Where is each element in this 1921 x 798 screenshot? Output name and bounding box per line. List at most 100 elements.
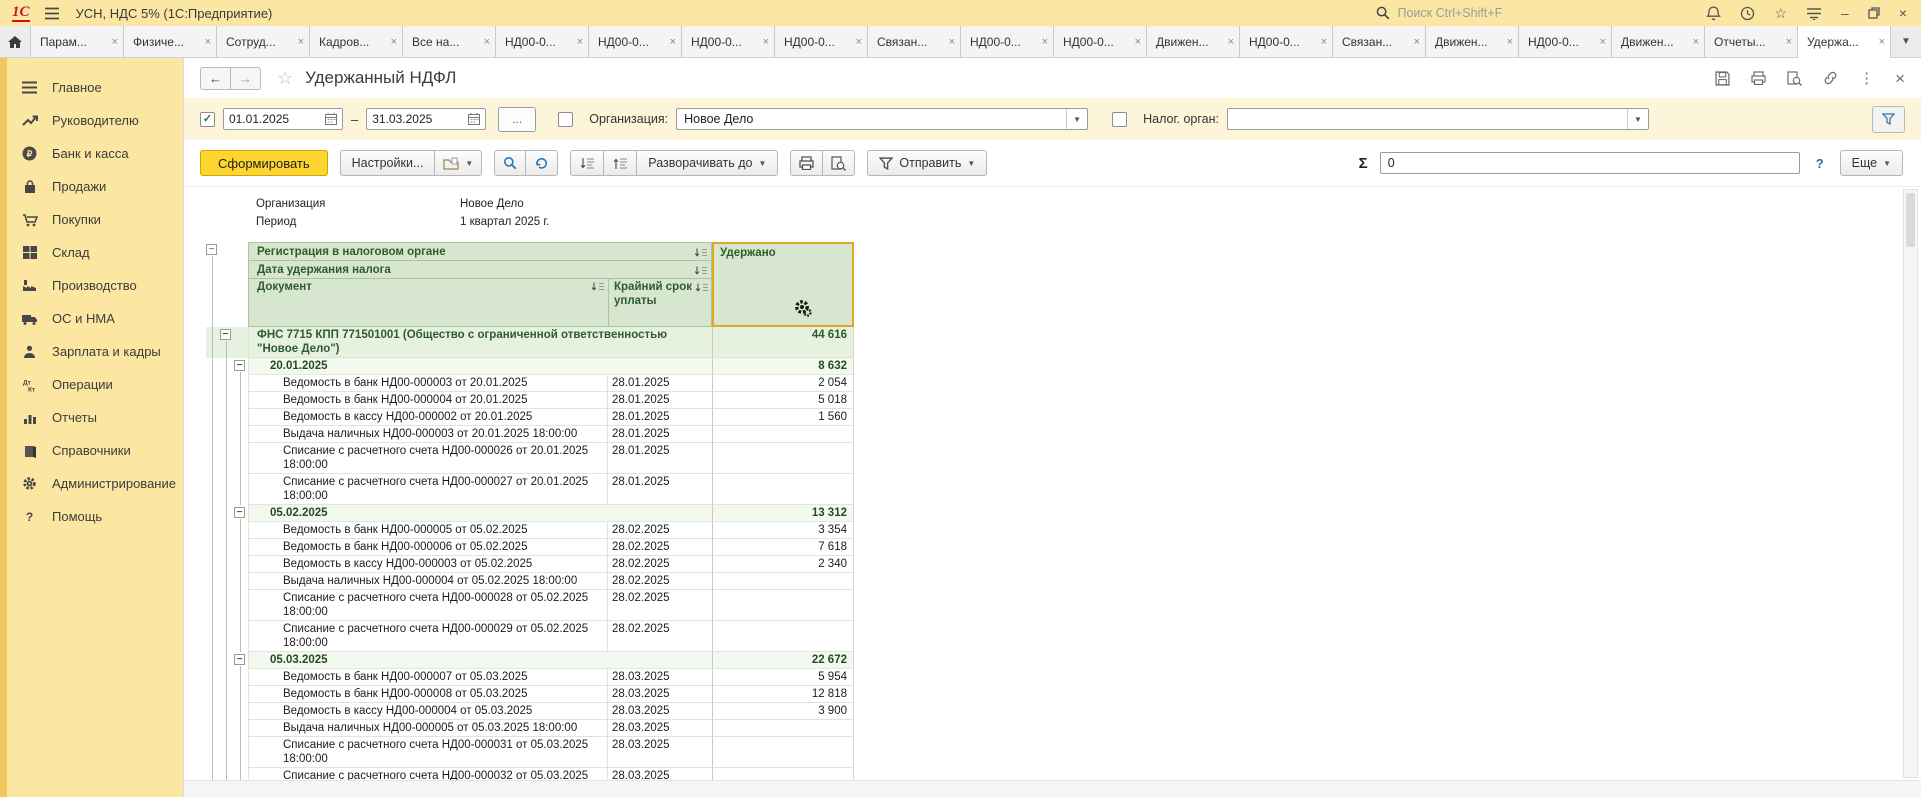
settings-button[interactable]: Настройки... [340,150,436,176]
tab-15[interactable]: Движен... × [1426,26,1519,57]
sidebar-item-otchety[interactable]: Отчеты [0,401,183,434]
cell-withheld[interactable] [712,621,854,652]
tab-close-icon[interactable]: × [1693,36,1699,48]
group-date[interactable]: 05.03.2025 [248,652,712,669]
expand-rows-button[interactable] [603,150,637,176]
cell-document[interactable]: Ведомость в кассу НД00-000002 от 20.01.2… [248,409,608,426]
link-icon[interactable] [1823,71,1838,85]
cell-deadline[interactable]: 28.02.2025 [608,539,712,556]
collapse-group-toggle[interactable]: − [206,244,217,255]
tab-close-icon[interactable]: × [391,36,397,48]
organization-combo[interactable]: Новое Дело ▼ [676,108,1088,130]
minimize-icon[interactable]: – [1841,6,1849,20]
tab-close-icon[interactable]: × [1879,36,1885,48]
cell-withheld[interactable]: 2 340 [712,556,854,573]
global-search-input[interactable]: Поиск Ctrl+Shift+F [1376,6,1676,20]
group-total[interactable]: 44 616 [712,327,854,358]
tabs-overflow-button[interactable]: ▼ [1891,26,1921,57]
collapse-group-toggle[interactable]: − [234,360,245,371]
header-registration[interactable]: Регистрация в налоговом органе [248,242,712,260]
tab-close-icon[interactable]: × [205,36,211,48]
sidebar-item-glavnoe[interactable]: Главное [0,71,183,104]
collapse-rows-button[interactable] [570,150,604,176]
cell-deadline[interactable]: 28.01.2025 [608,426,712,443]
report-row[interactable]: Выдача наличных НД00-000005 от 05.03.202… [206,720,854,737]
cell-document[interactable]: Ведомость в банк НД00-000004 от 20.01.20… [248,392,608,409]
tax-authority-combo[interactable]: ▼ [1227,108,1649,130]
report-row[interactable]: Списание с расчетного счета НД00-000028 … [206,590,854,621]
tab-close-icon[interactable]: × [1507,36,1513,48]
tab-6[interactable]: НД00-0... × [589,26,682,57]
report-group-fns[interactable]: − ФНС 7715 КПП 771501001 (Общество с огр… [206,327,854,358]
preview-icon[interactable] [1787,71,1802,86]
cell-withheld[interactable]: 3 900 [712,703,854,720]
sort-icon[interactable] [695,283,709,293]
sum-field[interactable]: 0 [1380,152,1800,174]
chevron-down-icon[interactable]: ▼ [1627,109,1648,129]
group-total[interactable]: 22 672 [712,652,854,669]
report-row[interactable]: Выдача наличных НД00-000004 от 05.02.202… [206,573,854,590]
back-button[interactable]: ← [200,67,231,90]
cell-withheld[interactable]: 3 354 [712,522,854,539]
tab-9[interactable]: Связан... × [868,26,961,57]
print-button[interactable] [790,150,823,176]
expand-to-button[interactable]: Разворачивать до ▼ [636,150,778,176]
cell-document[interactable]: Выдача наличных НД00-000005 от 05.03.202… [248,720,608,737]
tab-close-icon[interactable]: × [1042,36,1048,48]
help-button[interactable]: ? [1816,156,1824,171]
sidebar-item-proizvodstvo[interactable]: Производство [0,269,183,302]
cell-withheld[interactable]: 12 818 [712,686,854,703]
sidebar-item-sklad[interactable]: Склад [0,236,183,269]
sidebar-item-zarplata-i-kadry[interactable]: Зарплата и кадры [0,335,183,368]
header-withhold-date[interactable]: Дата удержания налога [248,260,712,278]
report-row[interactable]: Ведомость в банк НД00-000006 от 05.02.20… [206,539,854,556]
tab-close-icon[interactable]: × [1786,36,1792,48]
search-button[interactable] [494,150,526,176]
tab-close-icon[interactable]: × [577,36,583,48]
tab-18[interactable]: Отчеты... × [1705,26,1798,57]
tab-close-icon[interactable]: × [1600,36,1606,48]
cell-withheld[interactable] [712,474,854,505]
tab-close-icon[interactable]: × [949,36,955,48]
collapse-group-toggle[interactable]: − [234,507,245,518]
cell-deadline[interactable]: 28.02.2025 [608,573,712,590]
cell-document[interactable]: Списание с расчетного счета НД00-000031 … [248,737,608,768]
tab-close-icon[interactable]: × [112,36,118,48]
cell-document[interactable]: Ведомость в банк НД00-000003 от 20.01.20… [248,375,608,392]
print-preview-button[interactable] [822,150,855,176]
tab-close-icon[interactable]: × [1228,36,1234,48]
collapse-group-toggle[interactable]: − [234,654,245,665]
sidebar-item-os-i-nma[interactable]: ОС и НМА [0,302,183,335]
tab-close-icon[interactable]: × [484,36,490,48]
cell-document[interactable]: Ведомость в кассу НД00-000003 от 05.02.2… [248,556,608,573]
tab-close-icon[interactable]: × [298,36,304,48]
report-group-date-1[interactable]: − 05.02.2025 13 312 [206,505,854,522]
cell-withheld[interactable]: 7 618 [712,539,854,556]
cell-withheld[interactable] [712,590,854,621]
tab-13[interactable]: НД00-0... × [1240,26,1333,57]
group-total[interactable]: 8 632 [712,358,854,375]
cell-withheld[interactable] [712,720,854,737]
sidebar-item-spravochniki[interactable]: Справочники [0,434,183,467]
tab-4[interactable]: Все на... × [403,26,496,57]
send-button[interactable]: Отправить ▼ [867,150,987,176]
report-group-date-0[interactable]: − 20.01.2025 8 632 [206,358,854,375]
cell-document[interactable]: Ведомость в кассу НД00-000004 от 05.03.2… [248,703,608,720]
tab-7[interactable]: НД00-0... × [682,26,775,57]
report-row[interactable]: Списание с расчетного счета НД00-000026 … [206,443,854,474]
cell-document[interactable]: Списание с расчетного счета НД00-000028 … [248,590,608,621]
generate-button[interactable]: Сформировать [200,150,328,176]
sort-icon[interactable] [591,282,605,326]
cell-withheld[interactable]: 5 018 [712,392,854,409]
collapse-group-toggle[interactable]: − [220,329,231,340]
cell-document[interactable]: Ведомость в банк НД00-000005 от 05.02.20… [248,522,608,539]
favorite-star-icon[interactable]: ☆ [277,68,293,89]
cell-document[interactable]: Списание с расчетного счета НД00-000029 … [248,621,608,652]
tab-close-icon[interactable]: × [670,36,676,48]
print-icon[interactable] [1751,71,1766,85]
report-row[interactable]: Списание с расчетного счета НД00-000027 … [206,474,854,505]
tab-close-icon[interactable]: × [856,36,862,48]
calendar-icon[interactable] [325,113,337,125]
tab-5[interactable]: НД00-0... × [496,26,589,57]
more-button[interactable]: Еще ▼ [1840,150,1903,176]
